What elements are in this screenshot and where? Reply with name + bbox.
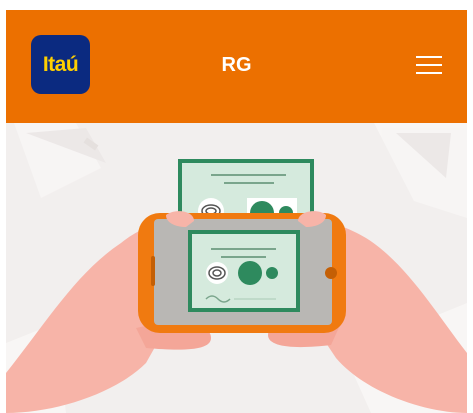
hero-illustration	[6, 123, 467, 413]
smartphone	[138, 213, 346, 333]
app-screen: Itaú RG	[6, 10, 467, 413]
id-capture-illustration	[6, 123, 467, 413]
page-title: RG	[221, 54, 252, 76]
hamburger-menu-icon[interactable]	[414, 52, 444, 78]
top-app-bar: Itaú RG	[6, 10, 467, 123]
